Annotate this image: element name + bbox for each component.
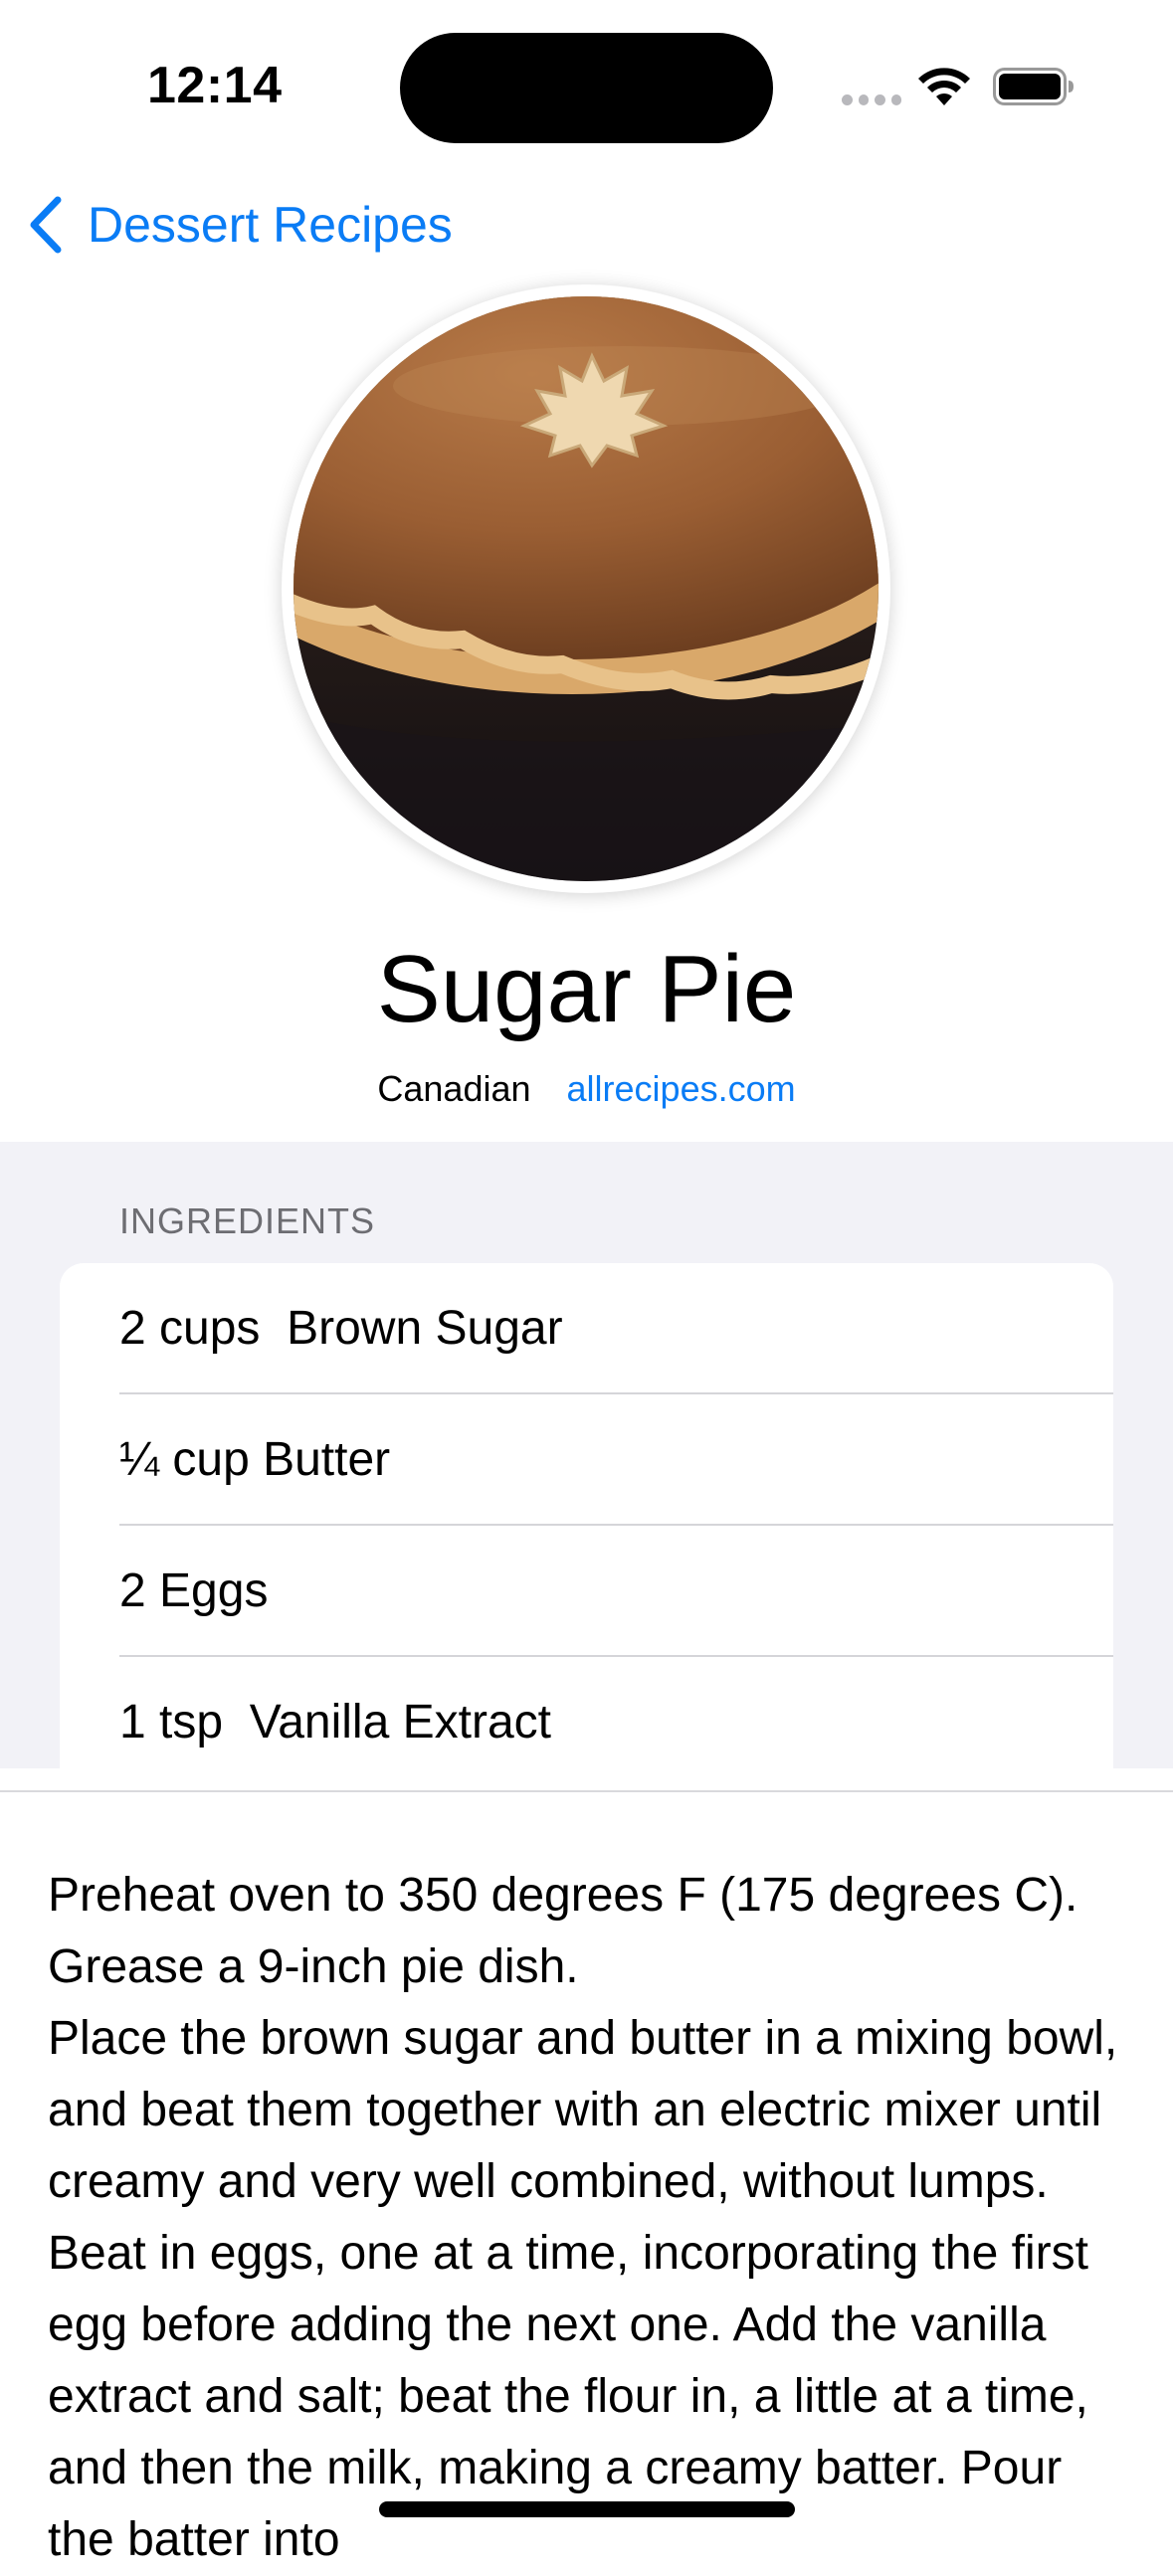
instruction-paragraph: Place the brown sugar and butter in a mi… bbox=[48, 2012, 1118, 2566]
back-button-label: Dessert Recipes bbox=[88, 197, 453, 253]
ingredients-header: INGREDIENTS bbox=[119, 1200, 376, 1241]
recipe-source-link[interactable]: allrecipes.com bbox=[567, 1068, 796, 1109]
ingredients-list: 2 cups Brown Sugar ¼ cup Butter 2 Eggs 1… bbox=[60, 1263, 1113, 1768]
cellular-signal-icon bbox=[842, 94, 901, 106]
wifi-icon bbox=[918, 68, 970, 105]
recipe-cuisine: Canadian bbox=[377, 1068, 531, 1109]
ingredient-row: 2 cups Brown Sugar bbox=[60, 1263, 1113, 1394]
home-indicator[interactable] bbox=[379, 2501, 795, 2517]
instructions-text: Preheat oven to 350 degrees F (175 degre… bbox=[48, 1860, 1132, 2576]
ingredient-text: ¼ cup Butter bbox=[119, 1433, 391, 1486]
back-button[interactable]: Dessert Recipes bbox=[26, 195, 453, 255]
ingredient-row: 1 tsp Vanilla Extract bbox=[60, 1657, 1113, 1768]
section-divider bbox=[0, 1790, 1173, 1792]
recipe-meta: Canadian allrecipes.com bbox=[0, 1068, 1173, 1110]
ingredient-row: ¼ cup Butter bbox=[60, 1394, 1113, 1526]
status-time: 12:14 bbox=[147, 57, 283, 114]
battery-icon bbox=[993, 68, 1074, 105]
ingredient-text: 2 Eggs bbox=[119, 1564, 269, 1617]
chevron-left-icon bbox=[30, 196, 62, 254]
recipe-image-frame bbox=[282, 284, 890, 893]
ingredient-text: 1 tsp Vanilla Extract bbox=[119, 1696, 551, 1748]
instruction-paragraph: Preheat oven to 350 degrees F (175 degre… bbox=[48, 1869, 1078, 1993]
ingredient-row: 2 Eggs bbox=[60, 1526, 1113, 1657]
recipe-image bbox=[293, 296, 879, 881]
recipe-title: Sugar Pie bbox=[376, 936, 797, 1042]
ingredient-text: 2 cups Brown Sugar bbox=[119, 1302, 563, 1355]
dynamic-island bbox=[400, 33, 773, 143]
